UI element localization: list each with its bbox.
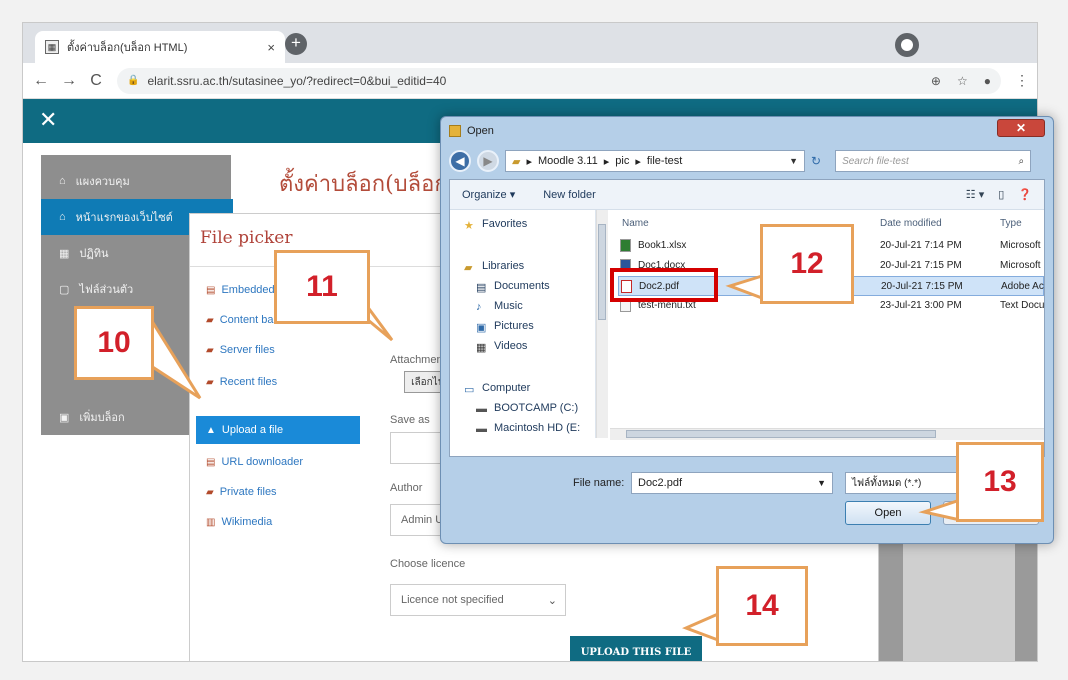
callout-pointers [146, 273, 962, 643]
callout-14: 14 [716, 566, 808, 646]
pointer-10 [146, 313, 202, 400]
pointer-12 [725, 273, 764, 301]
callout-13: 13 [956, 442, 1044, 522]
callout-11: 11 [274, 250, 370, 324]
pointer-14 [682, 611, 720, 643]
callout-10: 10 [74, 306, 154, 380]
callout-12: 12 [760, 224, 854, 304]
pointer-13 [918, 497, 962, 522]
